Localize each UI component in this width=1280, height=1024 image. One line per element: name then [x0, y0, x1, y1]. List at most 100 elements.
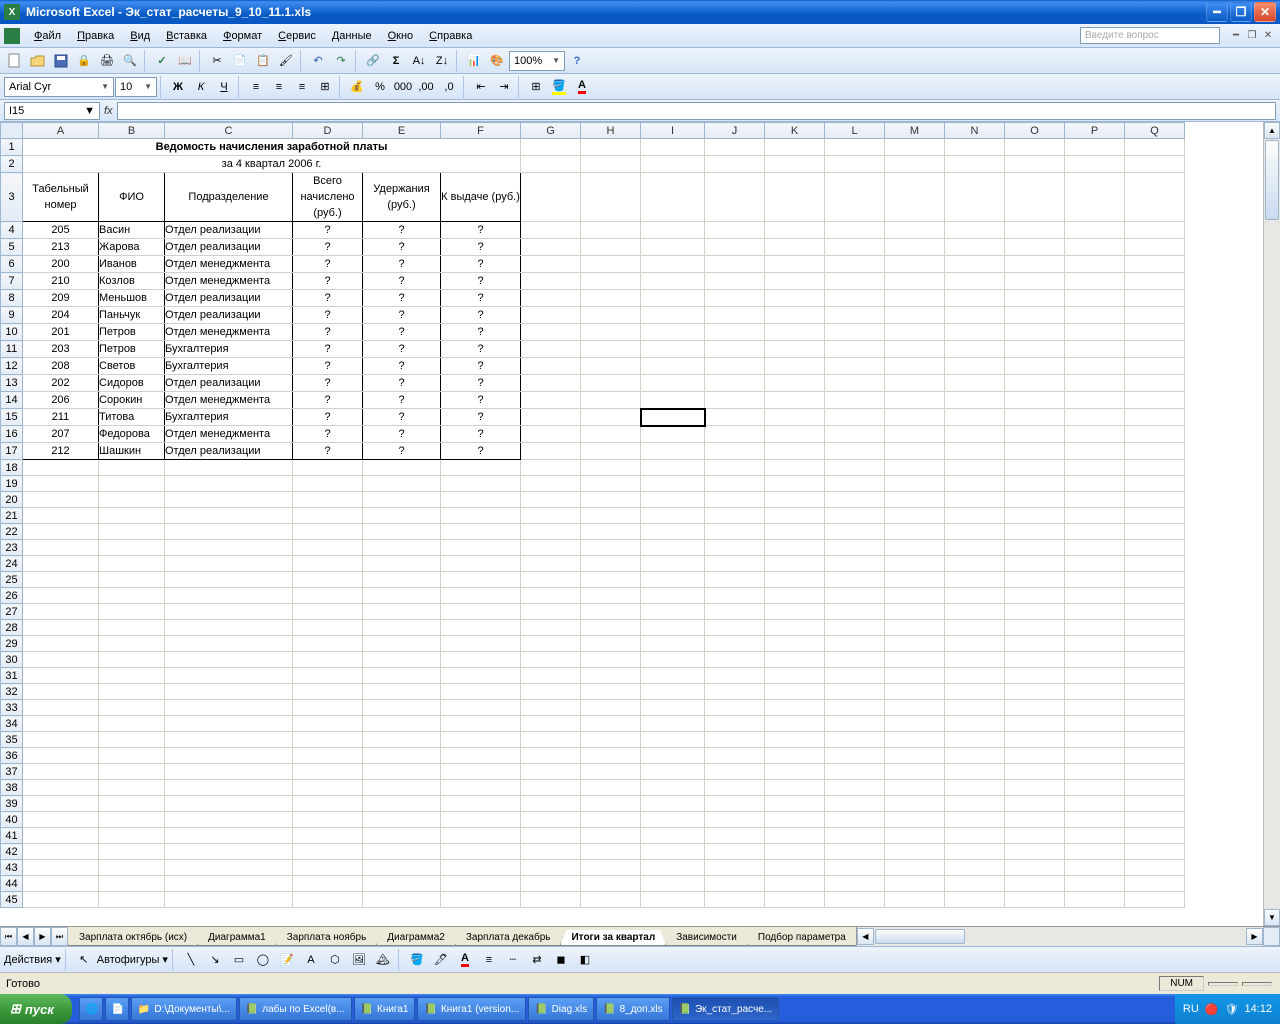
cell[interactable]	[165, 476, 293, 492]
cell[interactable]	[521, 392, 581, 409]
row-header[interactable]: 20	[1, 492, 23, 508]
cell[interactable]	[363, 764, 441, 780]
cell[interactable]	[165, 764, 293, 780]
cell[interactable]	[765, 358, 825, 375]
cell[interactable]	[99, 492, 165, 508]
cell[interactable]	[363, 796, 441, 812]
cell[interactable]	[945, 443, 1005, 460]
cell[interactable]	[945, 460, 1005, 476]
cell[interactable]	[1065, 844, 1125, 860]
cell[interactable]	[641, 443, 705, 460]
cell[interactable]	[825, 812, 885, 828]
cell[interactable]	[581, 652, 641, 668]
sheet-tab[interactable]: Диаграмма2	[376, 930, 456, 946]
cell[interactable]	[441, 508, 521, 524]
cell[interactable]	[825, 556, 885, 572]
cell-fio[interactable]: Петров	[99, 324, 165, 341]
cell[interactable]	[581, 716, 641, 732]
cell[interactable]	[1005, 173, 1065, 222]
cell[interactable]	[581, 876, 641, 892]
cell[interactable]	[765, 588, 825, 604]
cell[interactable]	[165, 684, 293, 700]
cell[interactable]	[1125, 876, 1185, 892]
cell[interactable]	[581, 732, 641, 748]
cell[interactable]	[825, 524, 885, 540]
font-size-input[interactable]: 10▼	[115, 77, 157, 97]
cell[interactable]	[1125, 812, 1185, 828]
cell[interactable]	[1125, 443, 1185, 460]
cell[interactable]	[945, 556, 1005, 572]
cell-b[interactable]: ?	[363, 290, 441, 307]
dash-style-button[interactable]: ┄	[502, 949, 524, 971]
taskbar-item[interactable]: 📗Книга1	[354, 997, 416, 1021]
cell[interactable]	[825, 409, 885, 426]
diagram-button[interactable]: ⬡	[324, 949, 346, 971]
cell[interactable]	[705, 764, 765, 780]
cell[interactable]	[1005, 876, 1065, 892]
cell[interactable]	[521, 341, 581, 358]
print-button[interactable]: 🖨	[96, 50, 118, 72]
cell[interactable]	[885, 780, 945, 796]
cell-c[interactable]: ?	[441, 375, 521, 392]
cell[interactable]	[23, 636, 99, 652]
cell[interactable]	[765, 572, 825, 588]
cell-num[interactable]: 205	[23, 222, 99, 239]
cell[interactable]	[293, 844, 363, 860]
cell[interactable]	[1005, 780, 1065, 796]
cell[interactable]	[99, 668, 165, 684]
cell[interactable]	[1125, 540, 1185, 556]
cell[interactable]	[441, 764, 521, 780]
cell[interactable]	[1005, 409, 1065, 426]
cell[interactable]	[765, 256, 825, 273]
cell[interactable]	[293, 460, 363, 476]
cell[interactable]	[945, 668, 1005, 684]
cell[interactable]	[165, 508, 293, 524]
cell[interactable]	[885, 358, 945, 375]
cell-num[interactable]: 201	[23, 324, 99, 341]
cell[interactable]	[945, 700, 1005, 716]
cell-c[interactable]: ?	[441, 256, 521, 273]
cell[interactable]	[1125, 860, 1185, 876]
row-header[interactable]: 38	[1, 780, 23, 796]
cell[interactable]	[1065, 588, 1125, 604]
table-header[interactable]: Подразделение	[165, 173, 293, 222]
cell[interactable]	[765, 668, 825, 684]
cell[interactable]	[1125, 668, 1185, 684]
cell[interactable]	[705, 604, 765, 620]
cell[interactable]	[945, 222, 1005, 239]
cell[interactable]	[99, 636, 165, 652]
cell[interactable]	[99, 732, 165, 748]
cell[interactable]	[885, 139, 945, 156]
cell-a[interactable]: ?	[293, 409, 363, 426]
cell[interactable]	[825, 375, 885, 392]
cell[interactable]	[99, 572, 165, 588]
cell[interactable]	[765, 222, 825, 239]
cell[interactable]	[1065, 426, 1125, 443]
cell[interactable]	[1005, 156, 1065, 173]
cell[interactable]	[765, 636, 825, 652]
fill-color-draw-button[interactable]: 🪣	[406, 949, 428, 971]
cell[interactable]	[165, 748, 293, 764]
cell[interactable]	[363, 652, 441, 668]
cell[interactable]	[765, 273, 825, 290]
cell[interactable]	[1005, 426, 1065, 443]
cell[interactable]	[581, 460, 641, 476]
cell[interactable]	[641, 307, 705, 324]
cell[interactable]	[165, 636, 293, 652]
cell-a[interactable]: ?	[293, 443, 363, 460]
cell-num[interactable]: 211	[23, 409, 99, 426]
cell[interactable]	[521, 273, 581, 290]
cell-dep[interactable]: Отдел реализации	[165, 239, 293, 256]
cell[interactable]	[581, 156, 641, 173]
cell[interactable]	[1065, 780, 1125, 796]
cell-dep[interactable]: Отдел менеджмента	[165, 273, 293, 290]
cell[interactable]	[521, 508, 581, 524]
cell[interactable]	[1065, 860, 1125, 876]
cell-dep[interactable]: Отдел реализации	[165, 307, 293, 324]
decrease-decimal-button[interactable]: ,0	[438, 76, 460, 98]
cell[interactable]	[1125, 604, 1185, 620]
lang-indicator[interactable]: RU	[1183, 1003, 1199, 1015]
cell[interactable]	[441, 476, 521, 492]
scroll-right-button[interactable]: ▶	[1246, 928, 1263, 945]
cell[interactable]	[23, 460, 99, 476]
